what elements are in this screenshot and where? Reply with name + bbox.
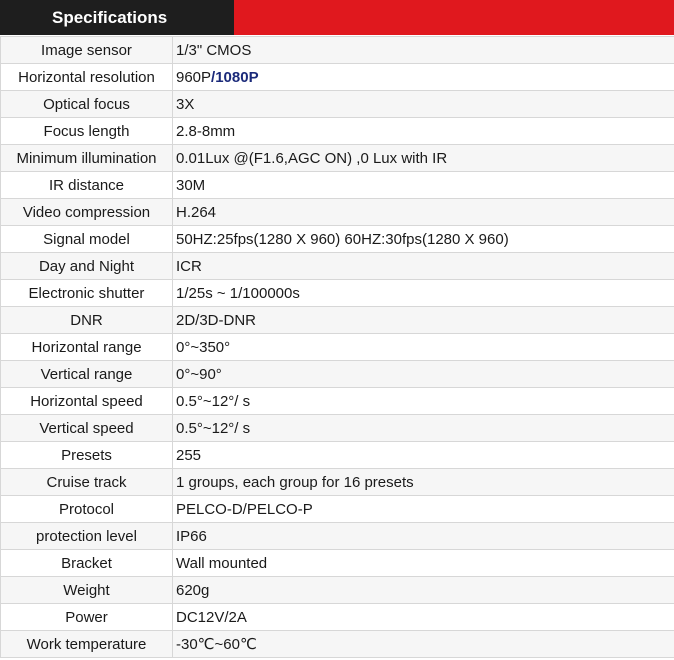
spec-label: protection level bbox=[0, 522, 173, 550]
spec-value-cell: PELCO-D/PELCO-P bbox=[172, 495, 674, 523]
spec-value: -30℃~60℃ bbox=[176, 636, 257, 653]
spec-label: Image sensor bbox=[0, 36, 173, 64]
spec-value-cell: 0.5°~12°/ s bbox=[172, 414, 674, 442]
spec-label: Protocol bbox=[0, 495, 173, 523]
spec-value-cell: 2.8-8mm bbox=[172, 117, 674, 145]
spec-label: IR distance bbox=[0, 171, 173, 199]
spec-value-cell: 3X bbox=[172, 90, 674, 118]
table-row: IR distance 30M bbox=[0, 171, 674, 199]
specifications-table-body: Image sensor 1/3" CMOS Horizontal resoluti… bbox=[0, 36, 674, 658]
table-row: Horizontal speed 0.5°~12°/ s bbox=[0, 387, 674, 415]
spec-value: H.264 bbox=[176, 203, 217, 221]
spec-label: Horizontal speed bbox=[0, 387, 173, 415]
spec-label: Optical focus bbox=[0, 90, 173, 118]
table-row: Protocol PELCO-D/PELCO-P bbox=[0, 495, 674, 523]
spec-value: 0.5°~12°/ s bbox=[176, 419, 251, 437]
spec-value: 620g bbox=[176, 581, 210, 599]
spec-value-accent: /1080P bbox=[211, 68, 259, 86]
spec-label: Horizontal resolution bbox=[0, 63, 173, 91]
spec-label: Presets bbox=[0, 441, 173, 469]
spec-value-cell: 30M bbox=[172, 171, 674, 199]
spec-value: IP66 bbox=[176, 527, 207, 545]
spec-value-cell: 255 bbox=[172, 441, 674, 469]
spec-label: Minimum illumination bbox=[0, 144, 173, 172]
spec-label: Vertical range bbox=[0, 360, 173, 388]
spec-value: 960P bbox=[176, 68, 212, 86]
table-row: protection level IP66 bbox=[0, 522, 674, 550]
table-row: Minimum illumination 0.01Lux @(F1.6,AGC O… bbox=[0, 144, 674, 172]
spec-value: 255 bbox=[176, 446, 202, 464]
table-row: Presets 255 bbox=[0, 441, 674, 469]
spec-value: 1/25s ~ 1/100000s bbox=[176, 284, 300, 302]
spec-label: Weight bbox=[0, 576, 173, 604]
spec-label: Cruise track bbox=[0, 468, 173, 496]
spec-value: 30M bbox=[176, 176, 206, 194]
spec-value: 50HZ:25fps(1280 X 960) 60HZ:30fps(1280 X… bbox=[176, 230, 509, 248]
table-row: Optical focus 3X bbox=[0, 90, 674, 118]
spec-value-cell: 1/25s ~ 1/100000s bbox=[172, 279, 674, 307]
spec-value: 3X bbox=[176, 95, 195, 113]
specifications-table: Image sensor 1/3" CMOS Horizontal resoluti… bbox=[0, 36, 674, 658]
spec-value-cell: Wall mounted bbox=[172, 549, 674, 577]
header-bar: Specifications bbox=[0, 0, 674, 35]
spec-label: Work temperature bbox=[0, 630, 173, 658]
spec-label: Focus length bbox=[0, 117, 173, 145]
table-row: Cruise track 1 groups, each group for 16 … bbox=[0, 468, 674, 496]
spec-label: DNR bbox=[0, 306, 173, 334]
spec-value-cell: 0.01Lux @(F1.6,AGC ON) ,0 Lux with IR bbox=[172, 144, 674, 172]
spec-value-cell: DC12V/2A bbox=[172, 603, 674, 631]
spec-value-cell: 0.5°~12°/ s bbox=[172, 387, 674, 415]
spec-value: 0.5°~12°/ s bbox=[176, 392, 251, 410]
spec-label: Electronic shutter bbox=[0, 279, 173, 307]
spec-value-cell: 0°~90° bbox=[172, 360, 674, 388]
section-title: Specifications bbox=[52, 8, 168, 27]
spec-label: Horizontal range bbox=[0, 333, 173, 361]
table-row: Signal model 50HZ:25fps(1280 X 960) 60HZ:… bbox=[0, 225, 674, 253]
spec-value: 1 groups, each group for 16 presets bbox=[176, 473, 414, 491]
spec-value-cell: -30℃~60℃ bbox=[172, 630, 674, 658]
spec-label: Signal model bbox=[0, 225, 173, 253]
spec-value: 0°~350° bbox=[176, 338, 231, 356]
table-row: DNR 2D/3D-DNR bbox=[0, 306, 674, 334]
table-row: Horizontal resolution 960P/1080P bbox=[0, 63, 674, 91]
spec-value: 2D/3D-DNR bbox=[176, 311, 257, 329]
table-row: Bracket Wall mounted bbox=[0, 549, 674, 577]
spec-value-cell: 2D/3D-DNR bbox=[172, 306, 674, 334]
spec-value: Wall mounted bbox=[176, 554, 268, 572]
table-row: Weight 620g bbox=[0, 576, 674, 604]
table-row: Focus length 2.8-8mm bbox=[0, 117, 674, 145]
table-row: Video compression H.264 bbox=[0, 198, 674, 226]
spec-value: DC12V/2A bbox=[176, 608, 247, 626]
spec-value: 0°~90° bbox=[176, 365, 222, 383]
spec-value: 2.8-8mm bbox=[176, 122, 236, 140]
spec-value: ICR bbox=[176, 257, 202, 275]
spec-value-cell: 620g bbox=[172, 576, 674, 604]
spec-value-cell: H.264 bbox=[172, 198, 674, 226]
spec-value-cell: IP66 bbox=[172, 522, 674, 550]
spec-label: Vertical speed bbox=[0, 414, 173, 442]
spec-value-cell: 960P/1080P bbox=[172, 63, 674, 91]
spec-label: Day and Night bbox=[0, 252, 173, 280]
table-row: Electronic shutter 1/25s ~ 1/100000s bbox=[0, 279, 674, 307]
table-row: Vertical range 0°~90° bbox=[0, 360, 674, 388]
spec-value-cell: 50HZ:25fps(1280 X 960) 60HZ:30fps(1280 X… bbox=[172, 225, 674, 253]
spec-value: PELCO-D/PELCO-P bbox=[176, 500, 313, 518]
table-row: Day and Night ICR bbox=[0, 252, 674, 280]
spec-value: 1/3" CMOS bbox=[176, 41, 252, 59]
spec-value-cell: 1 groups, each group for 16 presets bbox=[172, 468, 674, 496]
table-row: Vertical speed 0.5°~12°/ s bbox=[0, 414, 674, 442]
table-row: Work temperature -30℃~60℃ bbox=[0, 630, 674, 658]
table-row: Horizontal range 0°~350° bbox=[0, 333, 674, 361]
spec-label: Bracket bbox=[0, 549, 173, 577]
table-row: Image sensor 1/3" CMOS bbox=[0, 36, 674, 64]
spec-value-cell: 0°~350° bbox=[172, 333, 674, 361]
spec-value-cell: 1/3" CMOS bbox=[172, 36, 674, 64]
spec-label: Power bbox=[0, 603, 173, 631]
spec-value-cell: ICR bbox=[172, 252, 674, 280]
table-row: Power DC12V/2A bbox=[0, 603, 674, 631]
spec-value: 0.01Lux @(F1.6,AGC ON) ,0 Lux with IR bbox=[176, 149, 448, 167]
spec-label: Video compression bbox=[0, 198, 173, 226]
